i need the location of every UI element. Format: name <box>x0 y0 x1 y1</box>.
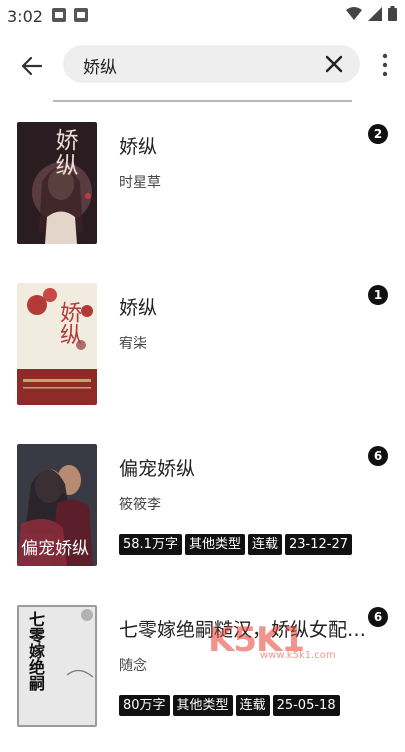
book-item[interactable]: 娇纵 娇纵 宥柒 1 <box>0 269 405 430</box>
search-toolbar <box>0 32 405 100</box>
search-input[interactable] <box>81 45 305 85</box>
book-item[interactable]: 七零嫁绝嗣 七零嫁绝嗣糙汉，娇纵女配又… 随念 80万字 其他类型 连载 25-… <box>0 591 405 752</box>
search-box <box>63 45 360 85</box>
more-options-button[interactable] <box>379 52 391 78</box>
app-notification-icon <box>74 8 88 22</box>
book-item[interactable]: 偏宠娇纵 偏宠娇纵 筱筱李 58.1万字 其他类型 连载 23-12-27 6 <box>0 430 405 591</box>
more-vertical-icon <box>382 53 388 77</box>
status-bar: 3:02 <box>0 0 405 32</box>
mail-notification-icon <box>52 8 66 22</box>
clear-search-button[interactable] <box>322 52 346 76</box>
book-author: 宥柒 <box>119 336 147 352</box>
rank-badge: 1 <box>368 285 388 305</box>
book-title: 偏宠娇纵 <box>119 458 196 480</box>
book-tags: 80万字 其他类型 连载 25-05-18 <box>119 695 340 716</box>
tag-category: 其他类型 <box>184 534 245 555</box>
book-author: 时星草 <box>119 175 161 191</box>
rank-badge: 6 <box>368 446 388 466</box>
wifi-icon <box>346 6 362 20</box>
back-button[interactable] <box>14 48 50 84</box>
tag-date: 23-12-27 <box>284 534 352 555</box>
tag-date: 25-05-18 <box>272 695 340 716</box>
book-author: 随念 <box>119 658 147 674</box>
cover-title: 七零嫁绝嗣 <box>26 611 45 691</box>
tag-word-count: 58.1万字 <box>119 534 182 555</box>
arrow-left-icon <box>21 56 43 76</box>
close-icon <box>325 55 343 73</box>
status-icons <box>346 6 397 21</box>
book-item[interactable]: 娇纵 娇纵 时星草 2 <box>0 108 405 269</box>
search-results-list: 娇纵 娇纵 时星草 2 娇纵 娇纵 宥柒 1 偏宠娇纵 偏宠娇纵 筱筱李 58.… <box>0 108 405 752</box>
book-cover: 七零嫁绝嗣 <box>17 605 97 727</box>
tag-word-count: 80万字 <box>119 695 170 716</box>
status-time: 3:02 <box>7 7 43 26</box>
book-author: 筱筱李 <box>119 497 161 513</box>
book-tags: 58.1万字 其他类型 连载 23-12-27 <box>119 534 352 555</box>
battery-icon <box>388 6 397 21</box>
book-cover: 娇纵 <box>17 122 97 244</box>
signal-icon <box>368 6 382 21</box>
book-title: 娇纵 <box>119 136 158 158</box>
tag-status: 连载 <box>235 695 270 716</box>
cover-title: 娇纵 <box>56 301 81 345</box>
rank-badge: 2 <box>368 124 388 144</box>
book-title: 娇纵 <box>119 297 158 319</box>
tag-status: 连载 <box>247 534 282 555</box>
cover-title: 娇纵 <box>51 128 77 178</box>
search-underline <box>53 100 352 102</box>
cover-title: 偏宠娇纵 <box>21 539 89 559</box>
book-cover: 偏宠娇纵 <box>17 444 97 566</box>
tag-category: 其他类型 <box>172 695 233 716</box>
rank-badge: 6 <box>368 607 388 627</box>
book-title: 七零嫁绝嗣糙汉，娇纵女配又… <box>119 619 367 641</box>
book-cover: 娇纵 <box>17 283 97 405</box>
